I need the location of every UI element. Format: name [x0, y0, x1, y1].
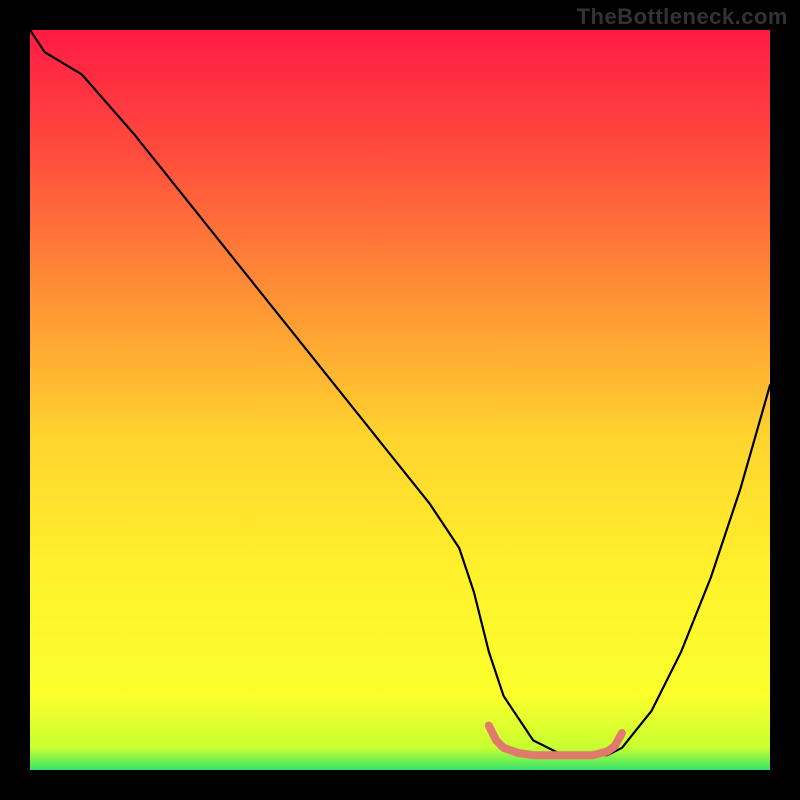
plot-area [30, 30, 770, 770]
plot-svg [30, 30, 770, 770]
gradient-background [30, 30, 770, 770]
chart-container: TheBottleneck.com [0, 0, 800, 800]
watermark-text: TheBottleneck.com [577, 4, 788, 30]
